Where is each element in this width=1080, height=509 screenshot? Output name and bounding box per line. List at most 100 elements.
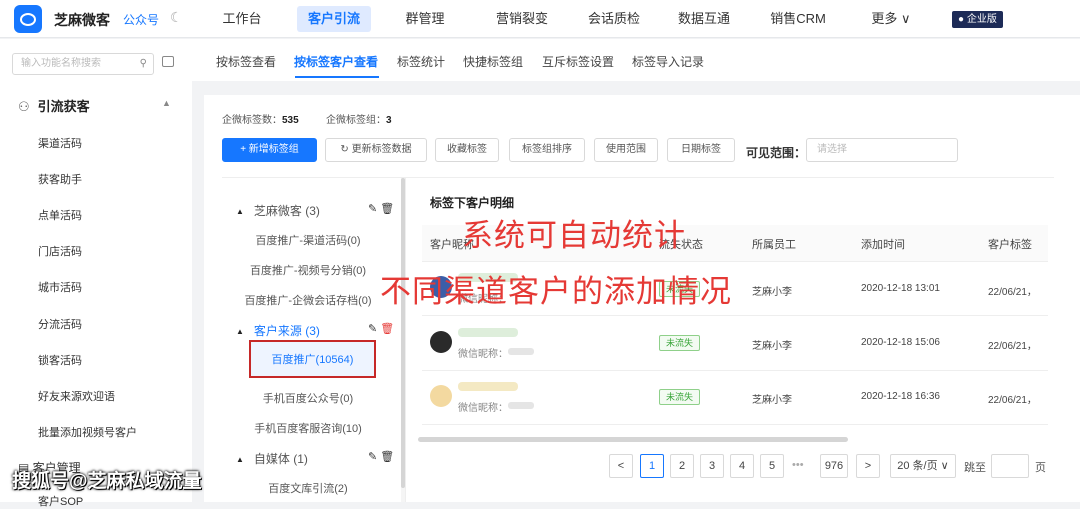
blurred-name [458,328,518,337]
moon-icon[interactable]: ☾ [170,9,183,26]
usage-scope-button[interactable]: 使用范围 [594,138,658,162]
collapse-triangle-icon[interactable]: ▲ [236,207,244,216]
search-icon[interactable]: ⚲ [140,54,147,74]
tree-group-ops: ✎ 🗑 [368,322,394,335]
tree-group-self-media[interactable]: ▲ 自媒体 (1) [236,450,308,467]
wechat-nickname-label: 微信昵称： [458,403,508,414]
sidebar-group-label: 引流获客 [37,99,90,114]
collapse-triangle-icon[interactable]: ▲ [236,455,244,464]
topnav-customer-acquisition[interactable]: 客户引流 [297,6,371,32]
app-logo[interactable] [14,5,42,33]
tree-group-ops: ✎ 🗑 [368,450,394,463]
sidebar-item-welcome-message[interactable]: 好友来源欢迎语 [38,388,115,404]
sidebar-item-channel-code[interactable]: 渠道活码 [38,135,82,151]
sidebar-item-order-code[interactable]: 点单活码 [38,207,82,223]
collapse-triangle-icon[interactable]: ▲ [236,327,244,336]
detail-title: 标签下客户明细 [430,196,515,210]
tab-mutex-tag[interactable]: 互斥标签设置 [542,53,614,70]
jump-page-input[interactable] [991,454,1029,478]
tree-item[interactable]: 手机百度客服咨询(10) [222,420,394,436]
topnav-more[interactable]: 更多 ∨ [868,0,914,38]
tag-group-stat: 企微标签组：3 [326,111,392,126]
tags-cell: 22/06/21， [988,341,1037,352]
wechat-nickname-label: 微信昵称： [458,349,508,360]
watermark: 搜狐号@芝麻私域流量 [12,471,202,492]
row-divider [422,261,1048,262]
sidebar-item-city-code[interactable]: 城市活码 [38,279,82,295]
page-button[interactable]: 1 [640,454,664,478]
edit-icon[interactable]: ✎ [368,203,377,215]
calendar-icon[interactable] [162,56,174,67]
last-page-button[interactable]: 976 [820,454,848,478]
page-button[interactable]: 2 [670,454,694,478]
sidebar-item-store-code[interactable]: 门店活码 [38,243,82,259]
page-ellipsis[interactable]: ••• [792,459,804,471]
tag-count-value: 535 [282,115,299,126]
next-page-button[interactable]: > [856,454,880,478]
tab-by-tag[interactable]: 按标签查看 [216,53,276,70]
topnav-data-sync[interactable]: 数据互通 [676,0,732,38]
refresh-label: 更新标签数据 [351,144,412,155]
search-placeholder: 输入功能名称搜索 [21,58,101,69]
row-divider [422,370,1048,371]
col-customer-tags: 客户标签 [988,239,1032,251]
tags-cell: 22/06/21， [988,287,1037,298]
page-size-select[interactable]: 20 条/页 ∨ [890,454,956,478]
delete-icon[interactable]: 🗑 [380,451,394,463]
time-cell: 2020-12-18 13:01 [861,283,940,294]
topnav-group-management[interactable]: 群管理 [403,0,447,38]
date-tag-button[interactable]: 日期标签 [667,138,735,162]
tree-item[interactable]: 百度推广-渠道活码(0) [222,232,394,248]
page-button[interactable]: 4 [730,454,754,478]
topnav-session-qc[interactable]: 会话质检 [586,0,642,38]
chevron-up-icon[interactable]: ▲ [162,98,171,108]
tab-tag-stats[interactable]: 标签统计 [397,53,445,70]
tree-item-selected[interactable]: 百度推广(10564) [249,340,376,378]
tree-item[interactable]: 百度文库引流(2) [222,480,394,496]
horizontal-scrollbar[interactable] [418,437,848,442]
visible-scope-select[interactable]: 请选择 [806,138,958,162]
scrollbar-thumb[interactable] [401,178,405,488]
tag-group-value: 3 [386,115,392,126]
prev-page-button[interactable]: < [609,454,633,478]
topnav-marketing[interactable]: 营销裂变 [494,0,550,38]
account-switch[interactable]: 公众号 [123,11,159,28]
tree-group-label: 客户来源 (3) [253,324,320,338]
topnav-sales-crm[interactable]: 销售CRM [770,0,826,38]
collect-tag-button[interactable]: 收藏标签 [435,138,499,162]
tree-item[interactable]: 百度推广-企微会话存档(0) [222,292,394,308]
sidebar-group-acquisition[interactable]: ⚇ 引流获客 [18,96,90,115]
refresh-tag-data-button[interactable]: ↻ 更新标签数据 [325,138,427,162]
edition-icon: ● [958,14,967,25]
col-staff: 所属员工 [752,239,796,251]
delete-icon[interactable]: 🗑 [380,323,394,335]
page-button[interactable]: 5 [760,454,784,478]
blurred-name [458,382,518,391]
avatar [430,331,452,353]
overlay-text-line2: 不同渠道客户的添加情况 [380,274,732,310]
edit-icon[interactable]: ✎ [368,451,377,463]
tree-item[interactable]: 百度推广-视频号分销(0) [222,262,394,278]
sidebar-item-customer-sop[interactable]: 客户SOP [38,493,83,509]
sidebar-item-split-code[interactable]: 分流活码 [38,316,82,332]
tab-quick-tag-group[interactable]: 快捷标签组 [463,53,523,70]
sort-tag-group-button[interactable]: 标签组排序 [509,138,585,162]
add-tag-group-button[interactable]: + 新增标签组 [222,138,317,162]
delete-icon[interactable]: 🗑 [380,203,394,215]
tab-by-tag-customer[interactable]: 按标签客户查看 [294,53,378,70]
tree-scrollbar[interactable] [401,178,405,502]
topnav-workbench[interactable]: 工作台 [220,0,264,38]
edit-icon[interactable]: ✎ [368,323,377,335]
tree-group-customer-source[interactable]: ▲ 客户来源 (3) [236,322,320,339]
sidebar-item-lock-code[interactable]: 锁客活码 [38,352,82,368]
tree-group-ops: ✎ 🗑 [368,202,394,215]
page-unit-label: 页 [1035,462,1046,474]
tag-group-label: 企微标签组： [326,115,386,126]
tree-item[interactable]: 手机百度公众号(0) [222,390,394,406]
sidebar-item-acquisition-assistant[interactable]: 获客助手 [38,171,82,187]
tree-group-zhima[interactable]: ▲ 芝麻微客 (3) [236,202,320,219]
sidebar-item-batch-add-video[interactable]: 批量添加视频号客户 [38,424,137,440]
tab-tag-import-log[interactable]: 标签导入记录 [632,53,704,70]
sidebar-search-input[interactable]: 输入功能名称搜索 ⚲ [12,53,154,75]
page-button[interactable]: 3 [700,454,724,478]
